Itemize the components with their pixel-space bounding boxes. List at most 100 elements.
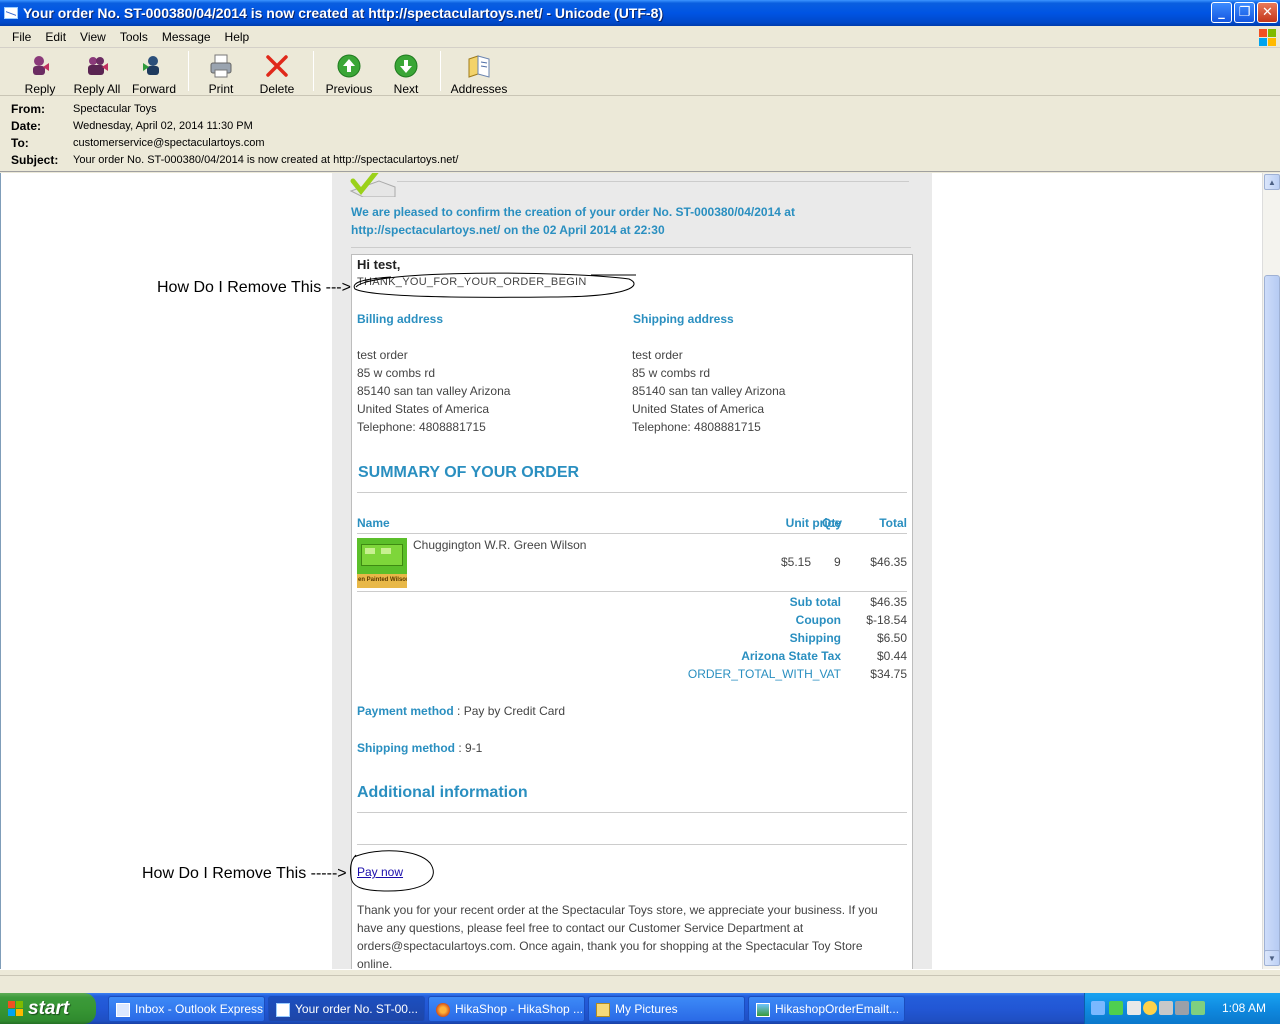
window-title: Your order No. ST-000380/04/2014 is now …: [23, 5, 664, 21]
messenger-icon[interactable]: [1109, 1001, 1123, 1015]
item-total: $46.35: [870, 555, 907, 569]
delete-button[interactable]: Delete: [247, 48, 307, 96]
shipping-address: Shipping address test order 85 w combs r…: [632, 312, 786, 434]
envelope-icon: [4, 7, 18, 19]
coupon-value: $-18.54: [866, 613, 907, 627]
subject-value: Your order No. ST-000380/04/2014 is now …: [73, 153, 459, 166]
from-value: Spectacular Toys: [73, 102, 157, 115]
task-outlook-inbox[interactable]: Inbox - Outlook Express: [108, 996, 265, 1022]
column-qty: Qty: [822, 516, 843, 530]
shipping-method: Shipping method : 9-1: [357, 741, 483, 755]
from-label: From:: [11, 101, 45, 116]
scroll-thumb[interactable]: [1264, 275, 1280, 963]
additional-info-title: Additional information: [357, 784, 528, 801]
menu-message[interactable]: Message: [162, 30, 211, 44]
menu-view[interactable]: View: [80, 30, 106, 44]
payment-method: Payment method : Pay by Credit Card: [357, 704, 566, 718]
tray-app-icon[interactable]: [1127, 1001, 1141, 1015]
status-bar: [0, 969, 1280, 993]
message-header: From: Spectacular Toys Date: Wednesday, Ap…: [0, 96, 1280, 172]
scroll-up-icon[interactable]: ▲: [1264, 174, 1280, 190]
start-button[interactable]: start: [0, 993, 96, 1024]
menu-edit[interactable]: Edit: [45, 30, 66, 44]
divider: [351, 247, 911, 248]
hand-drawn-circle: [353, 272, 636, 298]
reply-icon: [27, 53, 53, 79]
vertical-scrollbar[interactable]: ▲ ▼: [1262, 173, 1280, 969]
reply-button[interactable]: Reply: [12, 48, 68, 96]
column-total: Total: [879, 516, 907, 530]
firefox-icon: [436, 1003, 450, 1017]
forward-button[interactable]: Forward: [126, 48, 182, 96]
task-hikashop-browser[interactable]: HikaShop - HikaShop ...: [428, 996, 585, 1022]
column-name: Name: [357, 516, 390, 530]
message-body[interactable]: We are pleased to confirm the creation o…: [0, 173, 1262, 969]
thank-you-footer: Thank you for your recent order at the S…: [357, 903, 878, 969]
menu-file[interactable]: File: [12, 30, 31, 44]
maximize-button[interactable]: ❐: [1234, 2, 1255, 23]
divider: [357, 812, 907, 813]
system-tray: 1:08 AM: [1084, 993, 1280, 1024]
folder-icon: [596, 1003, 610, 1017]
scroll-down-icon[interactable]: ▼: [1264, 950, 1280, 966]
windows-logo-icon: [8, 1001, 24, 1017]
summary-title: SUMMARY OF YOUR ORDER: [358, 464, 580, 481]
task-my-pictures[interactable]: My Pictures: [588, 996, 745, 1022]
divider: [357, 492, 907, 493]
arrow-down-icon: [393, 53, 419, 79]
divider: [357, 591, 907, 592]
toolbar-separator: [188, 51, 189, 91]
item-name: Chuggington W.R. Green Wilson: [413, 538, 587, 552]
coupon-label: Coupon: [795, 613, 841, 627]
address-book-icon: [466, 53, 492, 79]
tax-label: Arizona State Tax: [741, 649, 841, 663]
date-label: Date:: [11, 118, 42, 133]
menu-tools[interactable]: Tools: [120, 30, 148, 44]
shipping-label: Shipping: [789, 631, 841, 645]
tray-app-icon[interactable]: [1191, 1001, 1205, 1015]
annotation-arrow-2: How Do I Remove This ----->: [142, 865, 347, 882]
outlook-icon: [116, 1003, 130, 1017]
print-button[interactable]: Print: [195, 48, 247, 96]
volume-icon[interactable]: [1175, 1001, 1189, 1015]
billing-address: Billing address test order 85 w combs rd…: [357, 312, 511, 434]
clock: 1:08 AM: [1221, 1001, 1266, 1015]
next-button[interactable]: Next: [378, 48, 434, 96]
previous-button[interactable]: Previous: [320, 48, 378, 96]
shipping-value: $6.50: [876, 631, 907, 645]
minimize-button[interactable]: _: [1211, 2, 1232, 23]
printer-icon: [208, 53, 234, 79]
checkmark-icon: [349, 173, 396, 197]
to-value: customerservice@spectaculartoys.com: [73, 136, 265, 149]
subtotal-label: Sub total: [789, 595, 841, 609]
order-total-label: ORDER_TOTAL_WITH_VAT: [687, 667, 841, 681]
confirmation-message: We are pleased to confirm the creation o…: [351, 205, 795, 237]
product-image: en Painted Wilson: [357, 538, 407, 588]
task-order-email[interactable]: Your order No. ST-00...: [268, 996, 425, 1022]
arrow-up-icon: [336, 53, 362, 79]
addresses-button[interactable]: Addresses: [447, 48, 511, 96]
tax-value: $0.44: [876, 649, 907, 663]
network-icon[interactable]: [1091, 1001, 1105, 1015]
order-total-value: $34.75: [870, 667, 907, 681]
subtotal-value: $46.35: [870, 595, 907, 609]
menu-help[interactable]: Help: [225, 30, 250, 44]
hand-drawn-circle: [350, 850, 434, 892]
order-card: Hi test, THANK_YOU_FOR_YOUR_ORDER_BEGIN …: [350, 254, 913, 969]
item-qty: 9: [834, 555, 841, 569]
tray-app-icon[interactable]: [1159, 1001, 1173, 1015]
reply-all-button[interactable]: Reply All: [68, 48, 126, 96]
task-image-file[interactable]: HikashopOrderEmailt...: [748, 996, 905, 1022]
windows-logo-icon: [1258, 28, 1276, 46]
to-label: To:: [11, 135, 29, 150]
divider: [357, 533, 907, 534]
close-button[interactable]: ✕: [1257, 2, 1278, 23]
toolbar: Reply Reply All Forward Print Delete Pre…: [0, 48, 1280, 96]
forward-icon: [141, 53, 167, 79]
envelope-icon: [276, 1003, 290, 1017]
reply-all-icon: [84, 53, 110, 79]
title-bar: Your order No. ST-000380/04/2014 is now …: [0, 0, 1280, 26]
toolbar-separator: [313, 51, 314, 91]
item-unit-price: $5.15: [780, 555, 811, 569]
security-icon[interactable]: [1143, 1001, 1157, 1015]
